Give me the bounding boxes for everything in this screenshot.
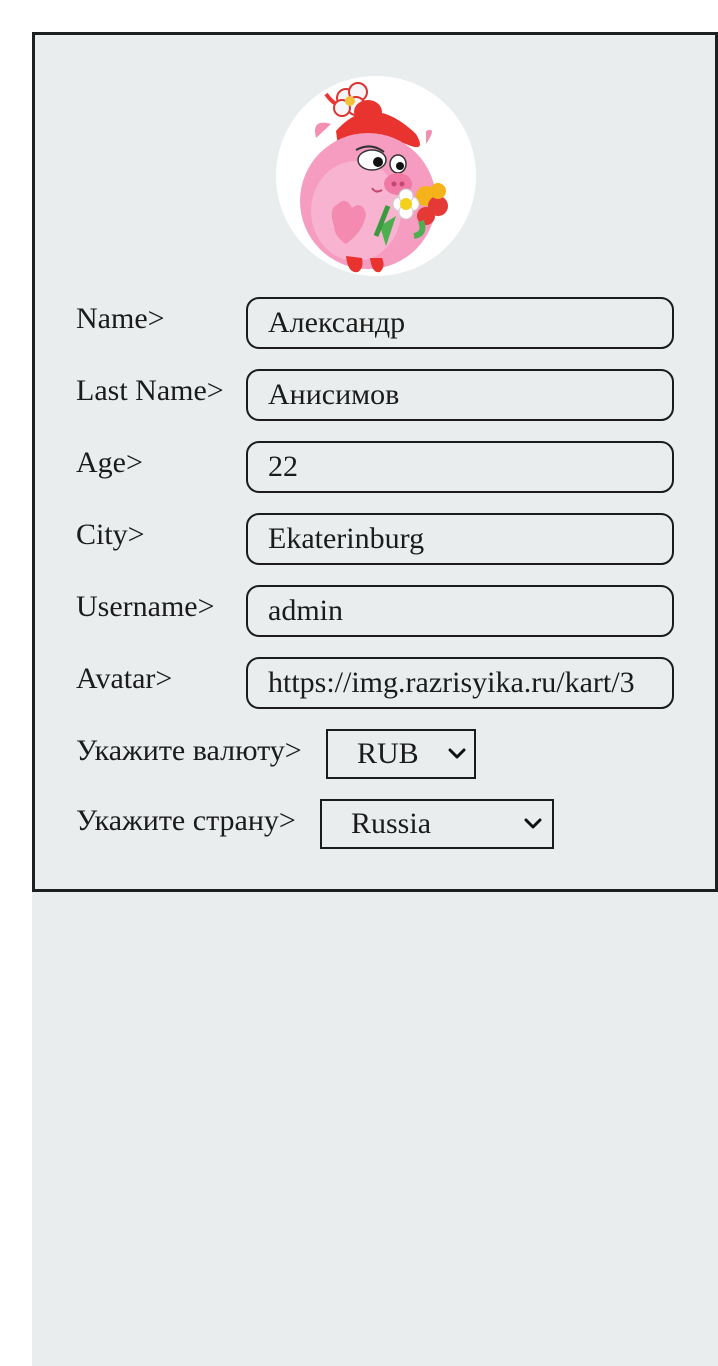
age-field[interactable]: 22 [246, 441, 674, 493]
chevron-down-icon [448, 748, 466, 759]
last-name-field[interactable]: Анисимов [246, 369, 674, 421]
name-value: Александр [268, 306, 406, 339]
name-label: Name> [76, 302, 165, 335]
avatar [276, 76, 476, 276]
city-field[interactable]: Ekaterinburg [246, 513, 674, 565]
last-name-label: Last Name> [76, 374, 224, 407]
currency-label: Укажите валюту> [76, 734, 302, 767]
currency-selected-value: RUB [357, 737, 419, 770]
name-field[interactable]: Александр [246, 297, 674, 349]
country-select[interactable]: Russia [320, 799, 554, 849]
currency-select[interactable]: RUB [326, 729, 476, 779]
age-label: Age> [76, 446, 143, 479]
country-label: Укажите страну> [76, 804, 296, 837]
age-value: 22 [268, 450, 298, 483]
username-label: Username> [76, 590, 215, 623]
username-field[interactable]: admin [246, 585, 674, 637]
avatar-url-field[interactable]: https://img.razrisyika.ru/kart/3 [246, 657, 674, 709]
pig-avatar-image [300, 82, 448, 273]
last-name-value: Анисимов [268, 378, 400, 411]
city-value: Ekaterinburg [268, 522, 425, 555]
username-value: admin [268, 594, 343, 627]
avatar-url-value: https://img.razrisyika.ru/kart/3 [268, 666, 635, 699]
avatar-url-label: Avatar> [76, 662, 173, 695]
country-selected-value: Russia [351, 807, 432, 840]
chevron-down-icon [524, 818, 542, 829]
city-label: City> [76, 518, 145, 551]
profile-card: Name> Александр Last Name> Анисимов Age>… [32, 32, 718, 892]
